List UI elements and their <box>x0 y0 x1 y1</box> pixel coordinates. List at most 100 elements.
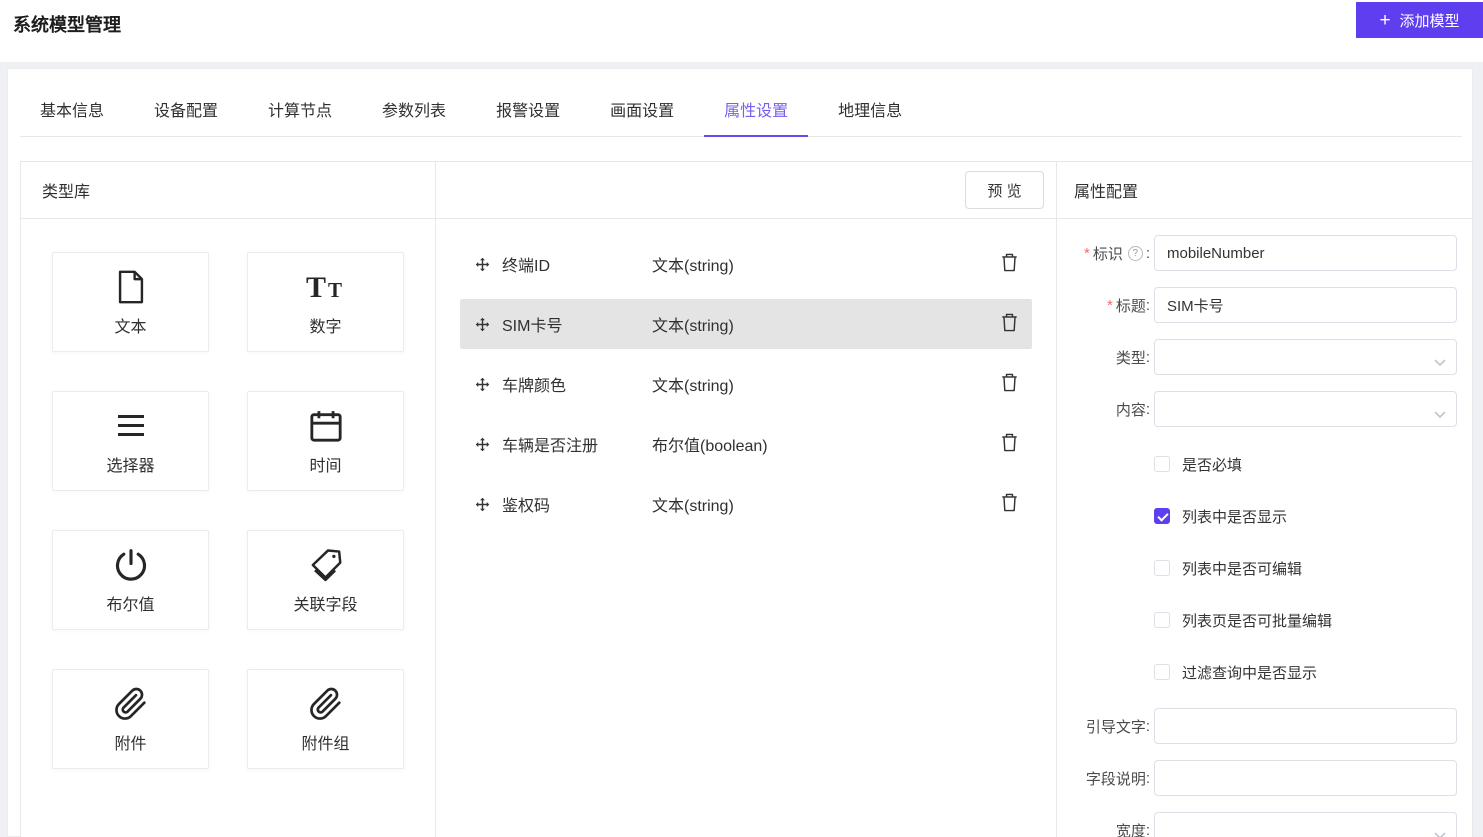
form-label-text: 宽度 <box>1116 820 1146 837</box>
main-card: 基本信息 设备配置 计算节点参数列表 报警设置 画面设置 属性设置 地理信息 类型库 文本 T… <box>7 68 1473 837</box>
type-card-label: 关联字段 <box>293 591 357 615</box>
type-card-label: 文本 <box>114 313 146 337</box>
chevron-down-icon <box>1434 406 1446 423</box>
field-name: SIM卡号 <box>502 312 652 336</box>
input-引导文字[interactable] <box>1154 708 1457 744</box>
select-宽度[interactable] <box>1154 812 1457 837</box>
checkbox-checked-icon[interactable] <box>1154 508 1170 524</box>
checkbox-row-列表页是否可批量编辑[interactable]: 列表页是否可批量编辑 <box>1057 610 1472 630</box>
field-name: 鉴权码 <box>502 492 652 516</box>
type-card-选择器[interactable]: 选择器 <box>52 391 209 491</box>
type-card-时间[interactable]: 时间 <box>247 391 404 491</box>
checkbox-row-过滤查询中是否显示[interactable]: 过滤查询中是否显示 <box>1057 662 1472 682</box>
checkbox-unchecked-icon[interactable] <box>1154 560 1170 576</box>
trash-icon <box>1001 313 1018 335</box>
tab-基本信息[interactable]: 基本信息 <box>20 89 124 136</box>
property-config-form: *标识?:*标题:类型:内容:是否必填列表中是否显示列表中是否可编辑列表页是否可… <box>1057 219 1472 837</box>
delete-field-button[interactable] <box>1001 493 1018 515</box>
delete-field-button[interactable] <box>1001 253 1018 275</box>
checkbox-row-是否必填[interactable]: 是否必填 <box>1057 454 1472 474</box>
type-card-附件组[interactable]: 附件组 <box>247 669 404 769</box>
property-config-panel: 属性配置 *标识?:*标题:类型:内容:是否必填列表中是否显示列表中是否可编辑列… <box>1057 162 1472 837</box>
type-card-布尔值[interactable]: 布尔值 <box>52 530 209 630</box>
form-label-text: 类型 <box>1116 347 1146 368</box>
delete-field-button[interactable] <box>1001 373 1018 395</box>
add-model-button-label: 添加模型 <box>1400 10 1460 31</box>
form-label: *标题: <box>1057 295 1150 316</box>
add-model-button[interactable]: + 添加模型 <box>1356 2 1483 38</box>
form-label: 类型: <box>1057 347 1150 368</box>
input-标识[interactable] <box>1154 235 1457 271</box>
checkbox-label: 过滤查询中是否显示 <box>1182 662 1317 683</box>
required-marker: * <box>1084 245 1090 262</box>
select-类型[interactable] <box>1154 339 1457 375</box>
field-row[interactable]: 车牌颜色文本(string) <box>460 359 1032 409</box>
label-colon: : <box>1146 297 1150 314</box>
type-library-panel: 类型库 文本 TT数字选择器时间布尔值 关联字段附件 附件组 <box>21 162 436 837</box>
drag-handle-icon[interactable] <box>474 316 491 333</box>
field-type: 文本(string) <box>652 252 1001 276</box>
drag-handle-icon[interactable] <box>474 496 491 513</box>
type-card-文本[interactable]: 文本 <box>52 252 209 352</box>
tab-参数列表[interactable]: 参数列表 <box>362 89 466 136</box>
tab-地理信息[interactable]: 地理信息 <box>818 89 922 136</box>
property-config-title: 属性配置 <box>1074 178 1138 202</box>
checkbox-unchecked-icon[interactable] <box>1154 664 1170 680</box>
power-icon <box>113 545 149 585</box>
input-字段说明[interactable] <box>1154 760 1457 796</box>
field-list-panel: 预 览 终端ID文本(string)SIM卡号文本(string)车牌颜色文本(… <box>436 162 1057 837</box>
form-row-宽度: 宽度: <box>1057 812 1472 837</box>
label-colon: : <box>1146 349 1150 366</box>
field-type: 文本(string) <box>652 372 1001 396</box>
help-icon[interactable]: ? <box>1128 246 1143 261</box>
field-row[interactable]: 鉴权码文本(string) <box>460 479 1032 529</box>
tab-设备配置[interactable]: 设备配置 <box>134 89 238 136</box>
form-label: 内容: <box>1057 399 1150 420</box>
field-row[interactable]: SIM卡号文本(string) <box>460 299 1032 349</box>
type-card-label: 布尔值 <box>106 591 154 615</box>
input-标题[interactable] <box>1154 287 1457 323</box>
form-label-text: 标识 <box>1093 243 1123 264</box>
text-icon: TT <box>305 267 347 307</box>
required-marker: * <box>1107 297 1113 314</box>
tab-报警设置[interactable]: 报警设置 <box>476 89 580 136</box>
checkbox-unchecked-icon[interactable] <box>1154 456 1170 472</box>
type-card-附件[interactable]: 附件 <box>52 669 209 769</box>
svg-text:T: T <box>306 271 326 303</box>
type-card-关联字段[interactable]: 关联字段 <box>247 530 404 630</box>
type-library-header: 类型库 <box>21 162 435 219</box>
form-row-引导文字: 引导文字: <box>1057 708 1472 744</box>
form-label-text: 字段说明 <box>1086 768 1146 789</box>
form-label-text: 标题 <box>1116 295 1146 316</box>
field-row[interactable]: 车辆是否注册布尔值(boolean) <box>460 419 1032 469</box>
select-内容[interactable] <box>1154 391 1457 427</box>
tab-label: 属性设置 <box>724 103 788 120</box>
svg-text:T: T <box>328 278 342 302</box>
label-colon: : <box>1146 718 1150 735</box>
delete-field-button[interactable] <box>1001 433 1018 455</box>
type-card-数字[interactable]: TT数字 <box>247 252 404 352</box>
tab-label: 设备配置 <box>154 103 218 120</box>
type-card-label: 时间 <box>309 452 341 476</box>
drag-handle-icon[interactable] <box>474 256 491 273</box>
trash-icon <box>1001 373 1018 395</box>
tab-画面设置[interactable]: 画面设置 <box>590 89 694 136</box>
checkbox-row-列表中是否显示[interactable]: 列表中是否显示 <box>1057 506 1472 526</box>
checkbox-label: 列表页是否可批量编辑 <box>1182 610 1332 631</box>
field-row[interactable]: 终端ID文本(string) <box>460 239 1032 289</box>
field-name: 车辆是否注册 <box>502 432 652 456</box>
drag-handle-icon[interactable] <box>474 436 491 453</box>
form-row-标识: *标识?: <box>1057 235 1472 271</box>
field-name: 车牌颜色 <box>502 372 652 396</box>
drag-handle-icon[interactable] <box>474 376 491 393</box>
delete-field-button[interactable] <box>1001 313 1018 335</box>
tab-属性设置[interactable]: 属性设置 <box>704 89 808 136</box>
checkbox-row-列表中是否可编辑[interactable]: 列表中是否可编辑 <box>1057 558 1472 578</box>
trash-icon <box>1001 433 1018 455</box>
preview-button[interactable]: 预 览 <box>965 171 1044 209</box>
type-card-label: 附件 <box>114 730 146 754</box>
tab-label: 报警设置 <box>496 103 560 120</box>
checkbox-unchecked-icon[interactable] <box>1154 612 1170 628</box>
panels-container: 类型库 文本 TT数字选择器时间布尔值 关联字段附件 附件组 预 览 终端ID文本(s… <box>20 161 1473 837</box>
tab-计算节点[interactable]: 计算节点 <box>248 89 352 136</box>
